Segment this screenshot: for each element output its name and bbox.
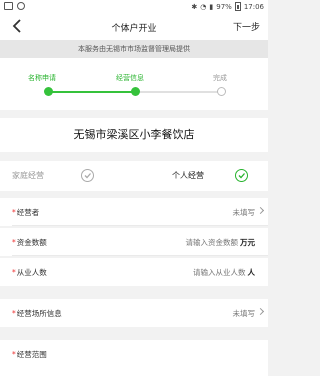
capital-unit: 万元 <box>240 238 255 247</box>
operation-type-selector: 家庭经营 个人经营 <box>0 161 268 191</box>
premises-row[interactable]: *经营场所信息 未填写 <box>0 299 268 327</box>
option-individual-label[interactable]: 个人经营 <box>172 170 204 181</box>
status-bar-left <box>4 2 25 10</box>
nav-bar: 个体户开业 下一步 <box>0 14 268 40</box>
premises-value: 未填写 <box>232 309 256 318</box>
employees-label: *从业人数 <box>12 267 47 278</box>
wifi-icon: ◔ <box>200 2 207 11</box>
employees-row: *从业人数 请输入从业人数人 <box>0 258 268 286</box>
employees-input[interactable]: 请输入从业人数人 <box>193 267 255 278</box>
service-notice: 本服务由无锡市市场监督管理局提供 <box>0 40 268 58</box>
progress-steps: 名称申请 经营信息 完成 <box>0 58 268 110</box>
scope-label-text: 经营范围 <box>16 350 47 359</box>
scope-row[interactable]: *经营范围 <box>0 340 268 376</box>
capital-placeholder: 请输入资金数额 <box>185 238 239 247</box>
employees-unit: 人 <box>247 268 256 277</box>
capital-label: *资金数额 <box>12 237 47 248</box>
divider <box>12 225 268 226</box>
scope-label: *经营范围 <box>12 349 47 360</box>
step-dot-pending <box>217 87 226 96</box>
required-mark: * <box>12 309 16 318</box>
step-label-complete: 完成 <box>213 74 227 82</box>
premises-label-text: 经营场所信息 <box>16 309 62 318</box>
image-icon <box>4 2 13 10</box>
status-bar-right: ✱ ◔ ▮ 97% 17:06 <box>191 2 264 11</box>
notification-icon <box>17 2 25 10</box>
step-dot-current <box>131 87 140 96</box>
capital-label-text: 资金数额 <box>16 238 47 247</box>
premises-label: *经营场所信息 <box>12 308 62 319</box>
operator-value: 未填写 <box>232 208 256 217</box>
status-bar: ✱ ◔ ▮ 97% 17:06 <box>0 0 268 14</box>
required-mark: * <box>12 268 16 277</box>
step-connector-done <box>49 91 135 93</box>
bluetooth-icon: ✱ <box>191 2 198 11</box>
capital-input[interactable]: 请输入资金数额 万元 <box>186 237 256 248</box>
battery-percent: 97% <box>216 2 232 11</box>
chevron-right-icon <box>256 307 265 316</box>
company-name: 无锡市梁溪区小李餐饮店 <box>0 118 268 152</box>
option-family-check-icon[interactable] <box>81 169 94 182</box>
capital-row: *资金数额 请输入资金数额 万元 <box>0 228 268 256</box>
operator-row[interactable]: *经营者 未填写 <box>0 198 268 226</box>
option-individual-check-icon[interactable] <box>235 169 248 182</box>
operator-label-text: 经营者 <box>16 208 40 217</box>
required-mark: * <box>12 238 16 247</box>
step-dot-done <box>44 87 53 96</box>
next-step-button[interactable]: 下一步 <box>233 20 260 33</box>
signal-icon: ▮ <box>209 2 214 11</box>
employees-label-text: 从业人数 <box>16 268 47 277</box>
option-family-label[interactable]: 家庭经营 <box>12 170 44 181</box>
chevron-right-icon <box>256 206 265 215</box>
step-label-name-apply: 名称申请 <box>28 74 56 82</box>
step-connector-pending <box>136 91 220 93</box>
clock: 17:06 <box>243 2 264 11</box>
employees-placeholder: 请输入从业人数 <box>193 268 246 277</box>
required-mark: * <box>12 208 16 217</box>
step-label-business-info: 经营信息 <box>116 74 144 82</box>
operator-label: *经营者 <box>12 207 39 218</box>
battery-icon <box>234 2 241 11</box>
divider <box>12 255 268 256</box>
page-title: 个体户开业 <box>111 24 157 34</box>
required-mark: * <box>12 350 16 359</box>
